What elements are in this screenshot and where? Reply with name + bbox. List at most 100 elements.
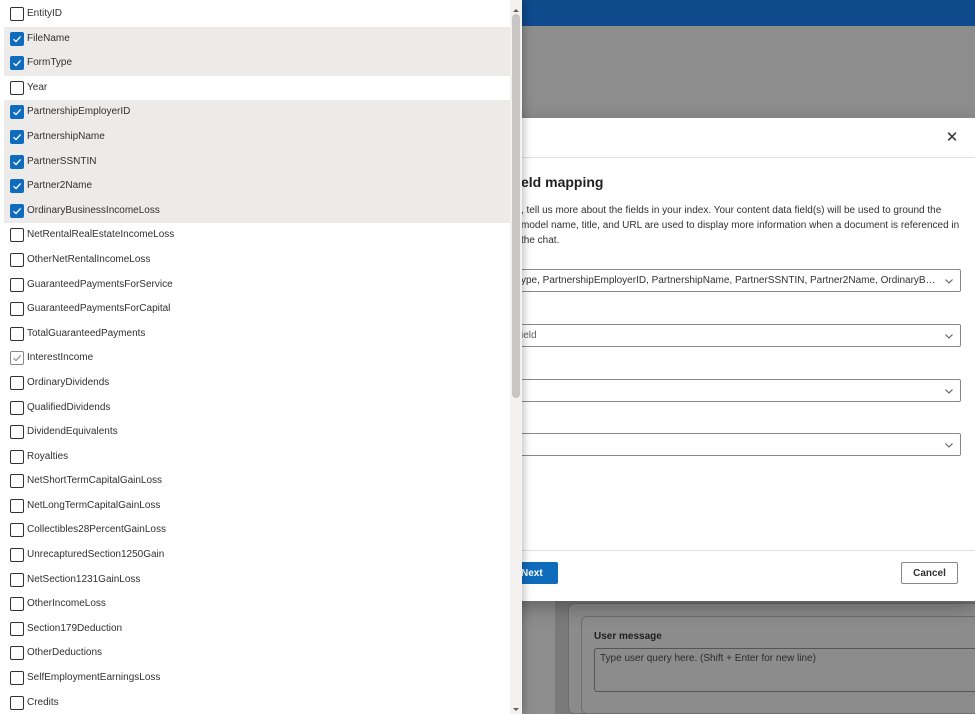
list-item-label: OrdinaryDividends (27, 376, 110, 388)
checkmark-icon (13, 355, 22, 362)
cancel-button[interactable]: Cancel (901, 562, 958, 584)
list-item[interactable]: OrdinaryBusinessIncomeLoss (4, 198, 510, 224)
chevron-down-icon (943, 384, 955, 396)
list-item-label: Royalties (27, 450, 69, 462)
list-item[interactable]: Section179Deduction (4, 617, 510, 642)
list-item-label: NetRentalRealEstateIncomeLoss (27, 229, 175, 241)
list-item[interactable]: NetRentalRealEstateIncomeLoss (4, 223, 510, 248)
list-item-label: Collectibles28PercentGainLoss (27, 524, 166, 536)
list-item[interactable]: Royalties (4, 445, 510, 470)
checkbox[interactable] (10, 252, 24, 267)
dialog-footer-divider (505, 550, 975, 551)
list-item[interactable]: DividendEquivalents (4, 420, 510, 445)
list-item[interactable]: Partner2Name (4, 174, 510, 199)
field-dropdown-1[interactable]: ield (505, 324, 961, 347)
list-item-label: InterestIncome (27, 352, 94, 364)
field-dropdown-3[interactable] (505, 433, 961, 456)
list-item-label: FileName (27, 32, 70, 44)
checkbox[interactable] (10, 597, 24, 612)
list-item-label: DividendEquivalents (27, 426, 118, 438)
list-item-label: PartnershipName (27, 130, 105, 142)
checkbox[interactable] (10, 302, 24, 317)
checkbox[interactable] (10, 56, 24, 71)
list-item[interactable]: GuaranteedPaymentsForService (4, 273, 510, 298)
field-dropdown-2[interactable] (505, 379, 961, 402)
list-item[interactable]: InterestIncome (4, 346, 510, 371)
list-item[interactable]: OtherNetRentalIncomeLoss (4, 248, 510, 273)
checkbox[interactable] (10, 351, 24, 366)
field-dropdown-value: ype, PartnershipEmployerID, PartnershipN… (521, 275, 941, 286)
checkbox[interactable] (10, 129, 24, 144)
dialog-title: eld mapping (521, 174, 604, 190)
list-item-label: Partner2Name (27, 180, 93, 192)
user-message-label: User message (594, 631, 662, 642)
checkbox[interactable] (10, 498, 24, 513)
list-item[interactable]: GuaranteedPaymentsForCapital (4, 297, 510, 322)
list-item[interactable]: FormType (4, 51, 510, 76)
list-item[interactable]: OrdinaryDividends (4, 371, 510, 396)
checkbox[interactable] (10, 695, 24, 710)
checkbox[interactable] (10, 671, 24, 686)
checkbox[interactable] (10, 572, 24, 587)
checkbox[interactable] (10, 425, 24, 440)
list-item[interactable]: NetShortTermCapitalGainLoss (4, 469, 510, 494)
checkbox[interactable] (10, 400, 24, 415)
scrollbar-thumb[interactable] (512, 14, 520, 398)
checkbox[interactable] (10, 277, 24, 292)
checkbox[interactable] (10, 31, 24, 46)
list-item[interactable]: QualifiedDividends (4, 396, 510, 421)
checkbox[interactable] (10, 646, 24, 661)
list-item[interactable]: SelfEmploymentEarningsLoss (4, 666, 510, 691)
list-item[interactable]: Year (4, 76, 510, 101)
list-item-label: TotalGuaranteedPayments (27, 327, 146, 339)
list-item-label: EntityID (27, 8, 63, 19)
checkbox[interactable] (10, 105, 24, 120)
list-item[interactable]: UnrecapturedSection1250Gain (4, 543, 510, 568)
list-item[interactable]: OtherDeductions (4, 641, 510, 666)
scroll-up-icon[interactable] (510, 2, 522, 12)
checkmark-icon (13, 183, 22, 190)
field-dropdown-value: ield (521, 330, 537, 341)
list-item-label: NetSection1231GainLoss (27, 573, 141, 585)
checkbox[interactable] (10, 523, 24, 538)
checkmark-icon (13, 133, 22, 141)
field-dropdown-0[interactable]: ype, PartnershipEmployerID, PartnershipN… (505, 269, 961, 292)
checkbox[interactable] (10, 203, 24, 218)
checkbox[interactable] (10, 548, 24, 563)
field-mapping-dialog: ✕ eld mapping , tell us more about the f… (505, 118, 975, 601)
list-scrollbar[interactable] (510, 0, 522, 714)
checkbox[interactable] (10, 7, 24, 21)
list-item-label: NetLongTermCapitalGainLoss (27, 499, 161, 511)
checkbox[interactable] (10, 326, 24, 341)
checkmark-icon (13, 207, 22, 215)
list-item[interactable]: TotalGuaranteedPayments (4, 322, 510, 347)
checkbox[interactable] (10, 449, 24, 464)
checkbox[interactable] (10, 621, 24, 636)
checkmark-icon (13, 60, 22, 67)
chevron-down-icon (943, 329, 955, 341)
user-message-placeholder: Type user query here. (Shift + Enter for… (600, 653, 816, 664)
list-item[interactable]: NetSection1231GainLoss (4, 568, 510, 593)
list-item-label: NetShortTermCapitalGainLoss (27, 475, 163, 487)
checkbox[interactable] (10, 474, 24, 489)
checkbox[interactable] (10, 179, 24, 194)
list-item-label: PartnerSSNTIN (27, 155, 97, 167)
list-item-label: GuaranteedPaymentsForCapital (27, 303, 171, 315)
checkbox[interactable] (10, 375, 24, 390)
list-item[interactable]: PartnerSSNTIN (4, 149, 510, 175)
list-item[interactable]: PartnershipName (4, 124, 510, 150)
list-item[interactable]: OtherIncomeLoss (4, 592, 510, 617)
checkbox[interactable] (10, 154, 24, 169)
list-item[interactable]: EntityID (4, 2, 510, 27)
checkbox[interactable] (10, 228, 24, 243)
scroll-down-icon[interactable] (510, 702, 522, 712)
list-item[interactable]: FileName (4, 26, 510, 52)
list-item[interactable]: Credits (4, 691, 510, 714)
list-item[interactable]: Collectibles28PercentGainLoss (4, 518, 510, 543)
list-item[interactable]: NetLongTermCapitalGainLoss (4, 494, 510, 519)
list-item-label: QualifiedDividends (27, 401, 111, 413)
checkbox[interactable] (10, 80, 24, 95)
list-item[interactable]: PartnershipEmployerID (4, 100, 510, 125)
list-item-label: Section179Deduction (27, 622, 123, 634)
close-icon[interactable]: ✕ (944, 130, 960, 146)
